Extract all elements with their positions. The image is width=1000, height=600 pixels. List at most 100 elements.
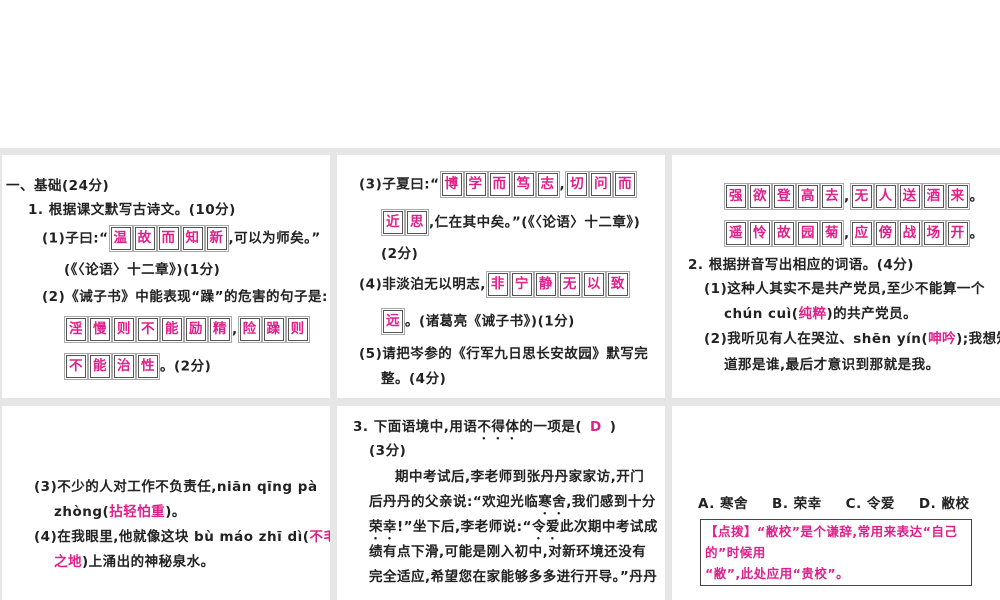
answer-box: 高 bbox=[796, 183, 820, 210]
text: 。 bbox=[969, 188, 984, 205]
q2-item3-line2: zhòng(拈轻怕重)。 bbox=[54, 501, 186, 523]
answer-box: 险 bbox=[237, 316, 262, 343]
answer-boxes: 淫慢则不能励精 bbox=[64, 316, 232, 343]
answer-box: 应 bbox=[849, 220, 874, 247]
q1-item1: (1)子曰:“ 温故而知新 ,可以为师矣。” bbox=[42, 225, 321, 252]
text: (2)我听见有人在哭泣、shēn yín( bbox=[704, 331, 929, 347]
answer-box: 学 bbox=[463, 171, 488, 198]
answer-boxes: 险躁则 bbox=[237, 316, 310, 343]
answer: 拈轻怕重 bbox=[109, 504, 166, 520]
answer-box: 躁 bbox=[261, 316, 286, 343]
option-b: B. 荣幸 bbox=[772, 496, 822, 512]
answer-box: 志 bbox=[535, 171, 560, 198]
text: 。 bbox=[969, 225, 984, 242]
text: 后丹丹的父亲说:“欢迎光临 bbox=[369, 494, 539, 510]
q1-item3-line2: 近思 ,仁在其中矣。”(《〈论语〉十二章》) bbox=[381, 209, 640, 236]
answer: 之地 bbox=[54, 554, 82, 570]
answer-box: 治 bbox=[112, 353, 136, 380]
answer-box: 而 bbox=[487, 171, 512, 198]
answer-boxes: 遥怜故园菊 bbox=[724, 220, 844, 247]
text: 3. 下面语境中,用语 bbox=[353, 419, 478, 435]
panel-q1-part1: 一、基础(24分) 1. 根据课文默写古诗文。(10分) (1)子曰:“ 温故而知… bbox=[2, 155, 330, 398]
q3-passage-l2: 后丹丹的父亲说:“欢迎光临寒舍,我们感到十分 bbox=[369, 491, 656, 518]
q3-score: (3分) bbox=[369, 443, 407, 459]
answer-box: 欲 bbox=[748, 183, 772, 210]
answer-box: 能 bbox=[160, 316, 184, 343]
text: (4)非淡泊无以明志, bbox=[359, 276, 486, 293]
q1-item3-score: (2分) bbox=[381, 246, 419, 262]
q3-title: 3. 下面语境中,用语不得体的一项是(D) bbox=[353, 416, 616, 443]
text: !”坐下后,李老师说:“ bbox=[397, 519, 532, 535]
text: chún cuì( bbox=[724, 306, 799, 322]
panel-q1-q2: 强欲登高去, 无人送酒来。 遥怜故园菊, 应傍战场开。 2. 根据拼音写出相应的词语… bbox=[672, 155, 1000, 398]
text: 。(2分) bbox=[160, 358, 212, 375]
panel-q3-options: A. 寒舍 B. 荣幸 C. 令爱 D. 敝校 【点拨】“敝校”是个谦辞,常用来表达“… bbox=[672, 406, 1000, 600]
panel-q2-part2: (3)不少的人对工作不负责任,niān qīng pà zhòng(拈轻怕重)。… bbox=[2, 406, 330, 600]
answer: 呻吟 bbox=[928, 331, 957, 347]
q2-item2: (2)我听见有人在哭泣、shēn yín(呻吟);我想知 bbox=[704, 328, 1000, 350]
text: , bbox=[232, 321, 238, 338]
answer-boxes: 近思 bbox=[381, 209, 429, 236]
answer-box: 慢 bbox=[88, 316, 112, 343]
q2-item3: (3)不少的人对工作不负责任,niān qīng pà bbox=[34, 479, 318, 495]
q1-item2-answer: 淫慢则不能励精,险躁则 bbox=[64, 316, 310, 343]
panel-q3: 3. 下面语境中,用语不得体的一项是(D) (3分) 期中考试后,李老师到张丹丹… bbox=[337, 406, 665, 600]
text: )上涌出的神秘泉水。 bbox=[82, 554, 215, 570]
text: , bbox=[844, 188, 850, 205]
option-c: C. 令爱 bbox=[845, 496, 895, 512]
answer-box: 而 bbox=[156, 225, 181, 252]
answer-boxes: 切问而 bbox=[565, 171, 638, 198]
q1-item5-line2: 整。(4分) bbox=[381, 371, 447, 387]
q3-passage-l4: 绩有点下滑,可能是刚入初中,对新环境还没有 bbox=[369, 544, 647, 560]
answer: 不毛 bbox=[309, 529, 330, 545]
answer-box: 不 bbox=[136, 316, 160, 343]
answer-box: 性 bbox=[136, 353, 160, 380]
text: (1)子曰:“ bbox=[42, 230, 109, 247]
emphasis-text: 令爱 bbox=[531, 519, 560, 535]
q1-item3: (3)子夏曰:“ 博学而笃志, 切问而 bbox=[359, 171, 638, 198]
answer-box: 怜 bbox=[748, 220, 772, 247]
answer-box: 宁 bbox=[509, 271, 534, 298]
option-a: A. 寒舍 bbox=[698, 496, 749, 512]
answer-box: 励 bbox=[184, 316, 208, 343]
answer-box: 温 bbox=[108, 225, 133, 252]
answer-box: 则 bbox=[112, 316, 136, 343]
q2-item4: (4)在我眼里,他就像这块 bù máo zhī dì(不毛 bbox=[34, 526, 330, 548]
q1-item2-title: (2)《诫子书》中能表现“躁”的危害的句子是: bbox=[42, 289, 328, 305]
emphasis-text: 荣幸 bbox=[369, 519, 397, 535]
answer-box: 送 bbox=[897, 183, 922, 210]
answer-box: 致 bbox=[605, 271, 630, 298]
answer-box: 傍 bbox=[873, 220, 898, 247]
answer-box: 静 bbox=[533, 271, 558, 298]
answer-box: 去 bbox=[820, 183, 844, 210]
text: ,可以为师矣。” bbox=[228, 230, 321, 247]
q2-title: 2. 根据拼音写出相应的词语。(4分) bbox=[688, 257, 914, 273]
q3-passage-l3: 荣幸!”坐下后,李老师说:“令爱此次期中考试成 bbox=[369, 516, 658, 543]
text: 此次期中考试成 bbox=[559, 519, 658, 535]
panel-q1-part2: (3)子夏曰:“ 博学而笃志, 切问而 近思 ,仁在其中矣。”(《〈论语〉十二章》) … bbox=[337, 155, 665, 398]
text: );我想知 bbox=[956, 331, 1000, 347]
answer-boxes: 无人送酒来 bbox=[849, 183, 970, 210]
q2-item4-line2: 之地)上涌出的神秘泉水。 bbox=[54, 551, 215, 573]
answer-box: 不 bbox=[64, 353, 88, 380]
answer-boxes: 非宁静无以致 bbox=[485, 271, 630, 298]
answer-box: 新 bbox=[204, 225, 229, 252]
answer-boxes: 不能治性 bbox=[64, 353, 160, 380]
answer-box: 无 bbox=[849, 183, 874, 210]
hint-box: 【点拨】“敝校”是个谦辞,常用来表达“自己的”时候用 “敝”,此处应用“贵校”。 bbox=[700, 519, 972, 586]
answer: 纯粹 bbox=[798, 306, 827, 322]
text: (3)子夏曰:“ bbox=[359, 176, 440, 193]
answer-box: 知 bbox=[180, 225, 205, 252]
answer-box: 能 bbox=[88, 353, 112, 380]
hint-line2: “敝”,此处应用“贵校”。 bbox=[705, 566, 850, 581]
answer-boxes: 强欲登高去 bbox=[724, 183, 844, 210]
q1-item1-source: (《〈论语〉十二章》)(1分) bbox=[64, 262, 221, 278]
section-title: 一、基础(24分) bbox=[6, 178, 110, 194]
answer-box: 人 bbox=[873, 183, 898, 210]
text: 的一项是( bbox=[519, 419, 583, 435]
text: ,我们感到十分 bbox=[566, 494, 656, 510]
poem-line2: 遥怜故园菊, 应傍战场开。 bbox=[724, 220, 984, 247]
text: 。(诸葛亮《诫子书》)(1分) bbox=[405, 313, 575, 330]
answer-box: 切 bbox=[565, 171, 590, 198]
q1-item5: (5)请把岑参的《行军九日思长安故园》默写完 bbox=[359, 346, 649, 362]
